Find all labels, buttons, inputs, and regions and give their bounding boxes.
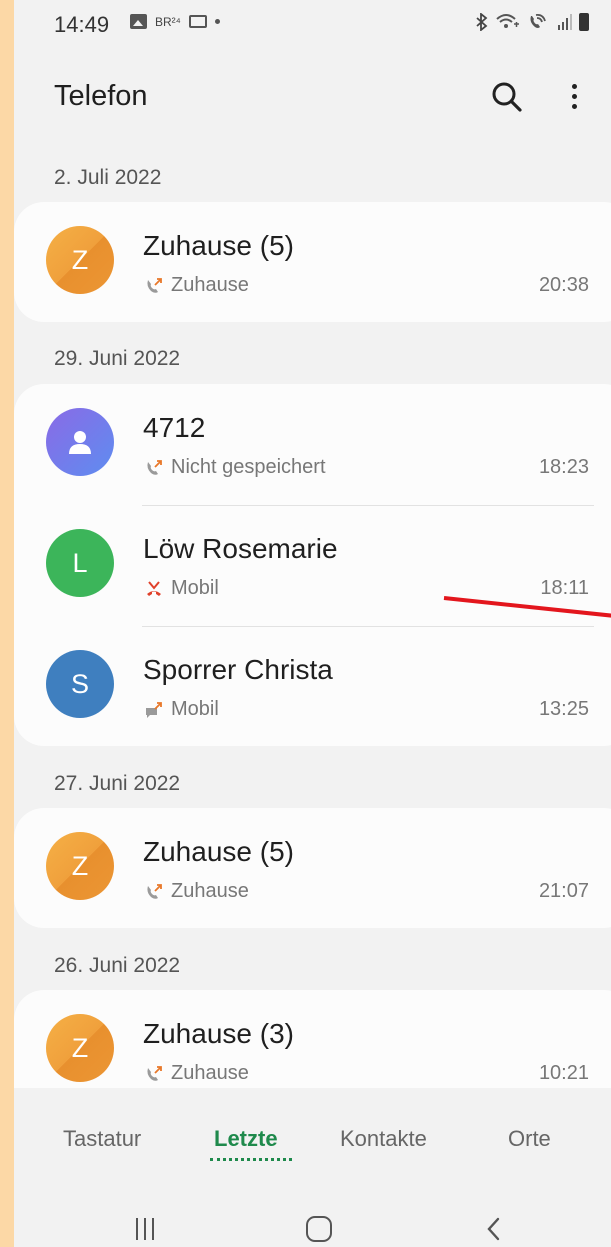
outgoing-call-icon — [147, 883, 162, 899]
call-time: 18:11 — [540, 577, 589, 599]
search-icon[interactable] — [490, 80, 524, 114]
message-icon — [146, 701, 162, 718]
more-options-icon[interactable] — [560, 78, 588, 114]
avatar: Z — [46, 832, 114, 900]
call-log-entry[interactable]: Z Zuhause (5) Zuhause 20:38 — [14, 202, 611, 322]
outgoing-call-icon — [147, 277, 162, 293]
call-time: 18:23 — [538, 456, 589, 478]
call-time: 13:25 — [538, 698, 589, 720]
avatar: Z — [46, 1014, 114, 1082]
tab-kontakte[interactable]: Kontakte — [340, 1126, 427, 1152]
volte-icon — [530, 13, 546, 28]
number-label: Zuhause — [171, 880, 249, 902]
recents-icon[interactable] — [136, 1218, 154, 1240]
call-detail: Mobil — [145, 698, 219, 721]
back-icon[interactable] — [482, 1216, 506, 1242]
page-title: Telefon — [54, 80, 148, 112]
status-bar: 14:49 BR²⁴ — [14, 0, 611, 52]
number-label: Mobil — [171, 577, 219, 599]
system-nav-bar — [14, 1200, 611, 1247]
bottom-tab-bar: Tastatur Letzte Kontakte Orte — [14, 1110, 611, 1170]
wifi-calling-icon — [496, 14, 519, 28]
person-icon — [69, 431, 91, 454]
call-log-entry[interactable]: 4712 Nicht gespeichert 18:23 — [14, 384, 611, 504]
system-icons — [475, 12, 589, 32]
avatar: L — [46, 529, 114, 597]
dot-icon — [214, 19, 220, 24]
app-bar: Telefon — [14, 64, 611, 128]
mail-icon — [188, 15, 207, 28]
outgoing-call-icon — [147, 459, 162, 475]
status-time: 14:49 — [54, 12, 110, 37]
date-header: 2. Juli 2022 — [54, 166, 162, 189]
battery-icon — [579, 13, 589, 31]
contact-name: Zuhause (3) — [143, 1018, 294, 1049]
call-detail: Zuhause — [145, 880, 249, 903]
tab-tastatur[interactable]: Tastatur — [63, 1126, 141, 1152]
number-label: Nicht gespeichert — [171, 456, 326, 478]
phone-screen: 14:49 BR²⁴ Telefon 2. Juli 2022 Z Zuhaus… — [14, 0, 611, 1247]
call-detail: Zuhause — [145, 274, 249, 297]
signal-icon — [558, 14, 572, 30]
call-group-card: Z Zuhause (5) Zuhause 20:38 — [14, 202, 611, 322]
outgoing-call-icon — [147, 1065, 162, 1081]
call-group-card: Z Zuhause (3) Zuhause 10:21 — [14, 990, 611, 1088]
call-detail: Mobil — [145, 577, 219, 600]
call-detail: Zuhause — [145, 1062, 249, 1085]
br24-icon: BR²⁴ — [155, 14, 181, 29]
bluetooth-icon — [476, 13, 488, 31]
avatar — [46, 408, 114, 476]
contact-name: Sporrer Christa — [143, 654, 333, 685]
call-time: 10:21 — [538, 1062, 589, 1084]
date-header: 29. Juni 2022 — [54, 347, 181, 370]
call-log-entry[interactable]: Z Zuhause (5) Zuhause 21:07 — [14, 808, 611, 928]
call-group-card: Z Zuhause (5) Zuhause 21:07 — [14, 808, 611, 928]
call-group-card: 4712 Nicht gespeichert 18:23 L Löw Rosem… — [14, 384, 611, 746]
call-detail: Nicht gespeichert — [145, 456, 326, 479]
missed-call-icon — [147, 580, 161, 596]
contact-name: Zuhause (5) — [143, 836, 294, 867]
date-header: 26. Juni 2022 — [54, 954, 181, 977]
tab-orte[interactable]: Orte — [508, 1126, 551, 1152]
number-label: Zuhause — [171, 1062, 249, 1084]
date-header: 27. Juni 2022 — [54, 772, 181, 795]
call-time: 21:07 — [538, 880, 589, 902]
gallery-icon — [130, 14, 147, 29]
call-time: 20:38 — [538, 274, 589, 296]
contact-name: 4712 — [143, 412, 206, 443]
contact-name: Zuhause (5) — [143, 230, 294, 261]
call-log-entry[interactable]: Z Zuhause (3) Zuhause 10:21 — [14, 990, 611, 1088]
avatar: Z — [46, 226, 114, 294]
avatar: S — [46, 650, 114, 718]
number-label: Zuhause — [171, 274, 249, 296]
call-log-entry[interactable]: S Sporrer Christa Mobil 13:25 — [14, 626, 611, 746]
active-tab-indicator — [210, 1158, 292, 1161]
tab-letzte[interactable]: Letzte — [214, 1126, 278, 1152]
contact-name: Löw Rosemarie — [143, 533, 338, 564]
number-label: Mobil — [171, 698, 219, 720]
notification-icons: BR²⁴ — [130, 14, 220, 29]
home-icon[interactable] — [306, 1216, 332, 1242]
